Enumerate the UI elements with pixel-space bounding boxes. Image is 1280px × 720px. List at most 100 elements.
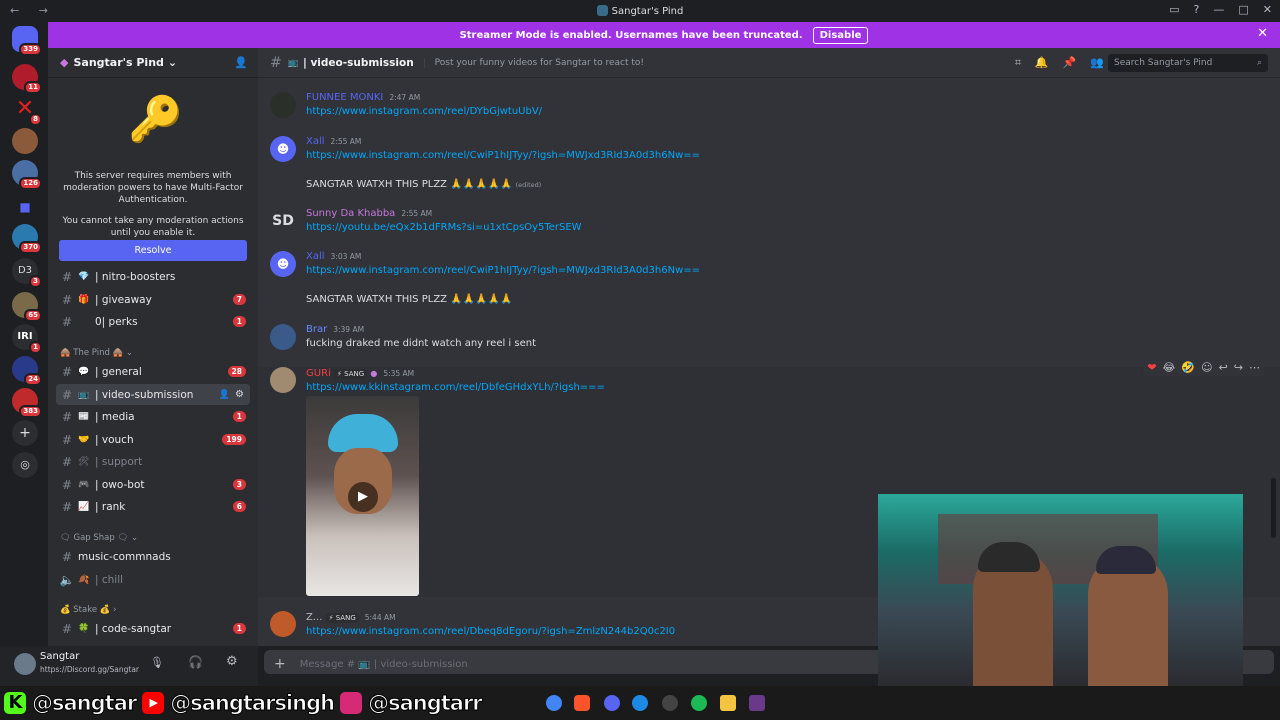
message-link[interactable]: https://www.instagram.com/reel/Dbeq8dEgo… <box>306 626 675 637</box>
guild-badge: 65 <box>24 309 42 322</box>
channel-giveaway[interactable]: # 🎁 | giveaway 7 <box>48 289 258 310</box>
guild-icon[interactable]: 65 <box>12 292 42 322</box>
guild-icon[interactable]: IRI 1 <box>12 324 42 354</box>
message-author[interactable]: Sunny Da Khabba 2:55 AM <box>306 208 432 219</box>
headphones-icon[interactable]: 🎧 <box>188 655 203 669</box>
resolve-button[interactable]: Resolve <box>59 240 247 261</box>
guild-label: D3 <box>17 265 33 276</box>
guild-badge: 3 <box>29 275 42 288</box>
channel-nitro-boosters[interactable]: # 💎 | nitro-boosters <box>48 266 258 287</box>
add-server-icon[interactable]: + <box>12 420 38 446</box>
discord-avatar-icon[interactable]: ☻ <box>270 136 296 162</box>
minimize-icon[interactable]: — <box>1213 3 1224 16</box>
scrollbar[interactable] <box>1271 478 1276 538</box>
channel-chill[interactable]: 🔈 🍂 | chill <box>48 569 258 590</box>
message-author[interactable]: GURi ⚡ SANG ● 5:35 AM <box>306 368 414 379</box>
edge-icon[interactable] <box>632 695 648 711</box>
rofl-reaction-icon[interactable]: 🤣 <box>1181 361 1195 374</box>
message-link[interactable]: https://www.instagram.com/reel/DYbGjwtuU… <box>306 106 542 117</box>
add-reaction-icon[interactable]: ☺ <box>1201 361 1212 374</box>
category-the-pind[interactable]: 🛖 The Pind 🛖 ⌄ <box>60 348 133 358</box>
app-taskbar-icon[interactable] <box>749 695 765 711</box>
unread-badge: 6 <box>232 501 246 512</box>
message-author[interactable]: Xall 3:03 AM <box>306 251 361 262</box>
channel-general[interactable]: # 💬 | general 28 <box>48 361 258 382</box>
chrome-icon[interactable] <box>546 695 562 711</box>
guild-icon[interactable]: 370 <box>12 224 42 254</box>
folder-icon[interactable]: ■ <box>12 194 38 220</box>
message-author[interactable]: FUNNEE MONKI 2:47 AM <box>306 92 420 103</box>
video-embed[interactable]: ▶ <box>306 396 419 596</box>
guild-icon[interactable] <box>12 128 38 154</box>
channel-music-commnads[interactable]: # music-commnads <box>48 546 258 567</box>
maximize-icon[interactable]: □ <box>1238 3 1248 16</box>
close-banner-icon[interactable]: ✕ <box>1257 26 1268 41</box>
obs-icon[interactable] <box>662 695 678 711</box>
discord-taskbar-icon[interactable] <box>604 695 620 711</box>
message-author[interactable]: Z... ⚡ SANG 5:44 AM <box>306 612 396 623</box>
message-author[interactable]: Brar 3:39 AM <box>306 324 364 335</box>
play-icon[interactable]: ▶ <box>348 482 378 512</box>
heart-reaction-icon[interactable]: ❤ <box>1147 361 1156 374</box>
message-link[interactable]: https://youtu.be/eQx2b1dFRMs?si=u1xtCpsO… <box>306 222 582 233</box>
message-link[interactable]: https://www.instagram.com/reel/CwiP1hIJT… <box>306 150 700 161</box>
channel-code-sangtar[interactable]: # 🍀 | code-sangtar 1 <box>48 618 258 639</box>
user-settings-gear-icon[interactable]: ⚙ <box>226 654 238 669</box>
members-icon[interactable]: 👥 <box>1090 56 1104 70</box>
instagram-icon <box>340 692 363 714</box>
hash-icon: # <box>61 314 73 329</box>
pin-icon[interactable]: 📌 <box>1063 56 1077 70</box>
disable-button[interactable]: Disable <box>812 26 869 44</box>
channel-media[interactable]: # 📰 | media 1 <box>48 406 258 427</box>
close-icon[interactable]: ✕ <box>1263 3 1272 16</box>
settings-gear-icon[interactable]: ⚙ <box>235 389 244 400</box>
discord-home-icon[interactable]: 339 <box>12 26 42 56</box>
bell-icon[interactable]: 🔔 <box>1035 56 1049 70</box>
channel-perks[interactable]: #0| perks 1 <box>48 311 258 332</box>
message-author[interactable]: Xall 2:55 AM <box>306 136 361 147</box>
inbox-icon[interactable]: ▭ <box>1169 3 1179 16</box>
microphone-icon[interactable]: 🎙 <box>150 656 164 669</box>
avatar[interactable] <box>270 92 296 118</box>
avatar[interactable] <box>270 324 296 350</box>
folder-taskbar-icon[interactable] <box>720 695 736 711</box>
message-link[interactable]: https://www.instagram.com/reel/CwiP1hIJT… <box>306 265 700 276</box>
category-stake[interactable]: 💰 Stake 💰 › <box>60 605 116 615</box>
more-icon[interactable]: ⋯ <box>1249 361 1260 374</box>
category-gap-shap[interactable]: 🗨 Gap Shap 🗨 ⌄ <box>60 533 138 543</box>
channel-owo-bot[interactable]: # 🎮 | owo-bot 3 <box>48 474 258 495</box>
add-attachment-icon[interactable]: + <box>274 656 286 672</box>
category-name: 🛖 The Pind 🛖 <box>60 348 124 358</box>
channel-name: music-commnads <box>78 550 171 563</box>
reply-icon[interactable]: ↩ <box>1219 361 1228 374</box>
guild-icon[interactable]: 383 <box>12 388 42 418</box>
guild-icon[interactable]: 11 <box>12 64 42 94</box>
guild-icon[interactable]: 24 <box>12 356 42 386</box>
guild-icon[interactable]: ✕ 8 <box>12 96 42 126</box>
avatar[interactable] <box>270 367 296 393</box>
avatar[interactable] <box>14 653 36 675</box>
guild-icon[interactable]: 126 <box>12 160 42 190</box>
channel-video-submission[interactable]: # 📺 | video-submission ⚙ 👤 <box>56 384 250 405</box>
help-icon[interactable]: ? <box>1194 3 1200 16</box>
timestamp: 2:55 AM <box>330 137 362 146</box>
spotify-icon[interactable] <box>691 695 707 711</box>
guild-icon[interactable]: D3 3 <box>12 258 42 288</box>
laugh-reaction-icon[interactable]: 😂 <box>1163 361 1176 374</box>
message-link[interactable]: https://www.kkinstagram.com/reel/DbfeGHd… <box>306 382 605 393</box>
forward-icon[interactable]: ↪ <box>1234 361 1243 374</box>
server-header[interactable]: ◆ Sangtar's Pind ⌄ 👤 <box>48 48 258 78</box>
threads-icon[interactable]: ⌗ <box>1015 56 1021 70</box>
discord-avatar-icon[interactable]: ☻ <box>270 251 296 277</box>
avatar[interactable]: SD <box>270 208 296 234</box>
invite-icon[interactable]: 👤 <box>219 390 230 400</box>
mfa-notice: This server requires members with modera… <box>48 160 258 249</box>
channel-rank[interactable]: # 📈 | rank 6 <box>48 496 258 517</box>
discover-icon[interactable]: ◎ <box>12 452 38 478</box>
channel-vouch[interactable]: # 🤝 | vouch 199 <box>48 429 258 450</box>
channel-support[interactable]: # 🛠 | support <box>48 451 258 472</box>
search-input[interactable]: Search Sangtar's Pind ⌕ <box>1108 54 1268 72</box>
add-member-icon[interactable]: 👤 <box>234 56 248 69</box>
brave-icon[interactable] <box>574 695 590 711</box>
avatar[interactable] <box>270 611 296 637</box>
